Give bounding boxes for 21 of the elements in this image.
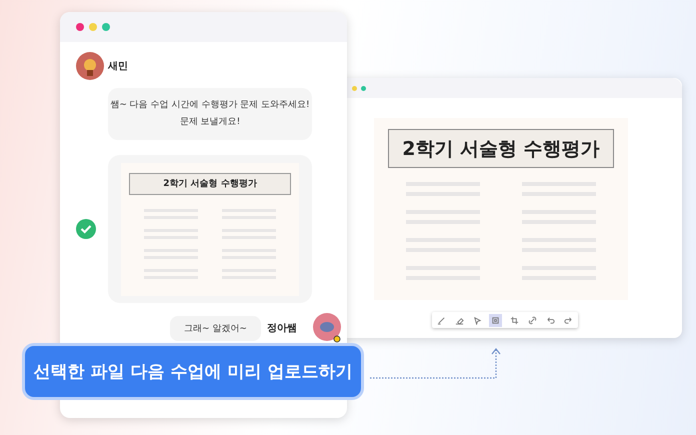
select-icon <box>491 316 500 324</box>
sender-name: 정아쌤 <box>266 322 297 335</box>
attachment-card[interactable]: 2학기 서술형 수행평가 <box>108 155 312 303</box>
window-controls-icon <box>76 23 110 31</box>
reply-bubble: 그래~ 알겠어~ <box>170 316 261 340</box>
window-controls-icon <box>352 86 366 90</box>
redo-icon <box>564 316 574 324</box>
avatar-icon <box>312 313 341 343</box>
document-title: 2학기 서술형 수행평가 <box>388 129 614 168</box>
eraser-icon <box>454 316 464 324</box>
crop-icon <box>510 316 519 324</box>
pointer-icon <box>473 316 482 324</box>
link-icon <box>528 316 537 324</box>
undo-icon <box>546 316 556 324</box>
attachment-title: 2학기 서술형 수행평가 <box>129 172 291 194</box>
select-tool-button[interactable] <box>489 314 502 326</box>
sender-name: 새민 <box>108 60 128 73</box>
upload-button[interactable]: 선택한 파일 다음 수업에 미리 업로드하기 <box>22 343 364 400</box>
message-bubble: 쌤~ 다음 수업 시간에 수행평가 문제 도와주세요! 문제 보낼게요! <box>108 88 312 140</box>
pen-icon <box>436 316 446 324</box>
avatar-icon <box>76 52 104 80</box>
